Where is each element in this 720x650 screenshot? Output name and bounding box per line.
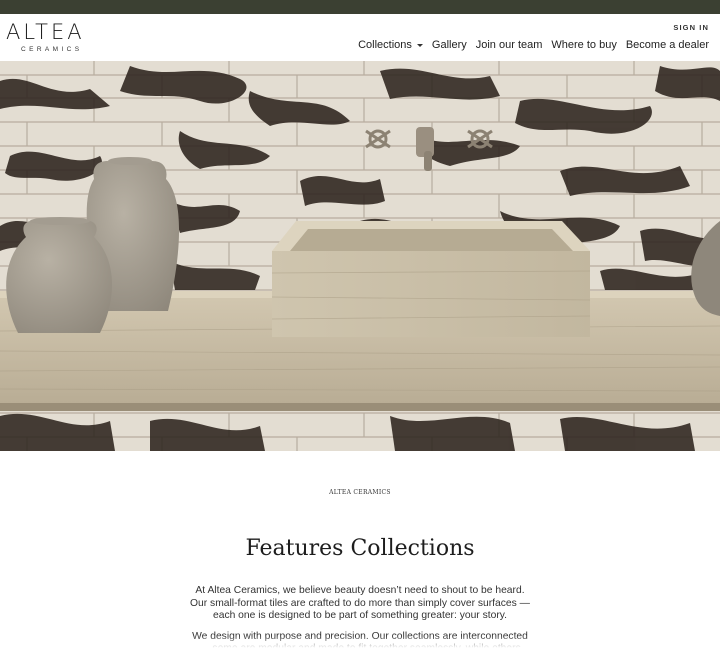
logo-subtitle: CERAMICS [21, 46, 83, 53]
chevron-down-icon [416, 43, 423, 47]
top-bar [0, 0, 720, 14]
nav-collections-label: Collections [358, 39, 412, 51]
main-nav: Collections Gallery Join our team Where … [358, 39, 709, 51]
nav-collections[interactable]: Collections [358, 39, 423, 51]
hero-image [0, 61, 720, 451]
intro-paragraph: At Altea Ceramics, we believe beauty doe… [190, 585, 530, 621]
nav-become-a-dealer[interactable]: Become a dealer [626, 39, 709, 51]
nav-where-to-buy[interactable]: Where to buy [551, 39, 616, 51]
logo-wordmark: ALTEA [6, 20, 85, 44]
site-header: ALTEA CERAMICS SIGN IN Collections Galle… [0, 14, 720, 61]
brand-logo[interactable]: ALTEA CERAMICS [6, 20, 106, 56]
sign-in-link[interactable]: SIGN IN [673, 23, 709, 32]
hero-carousel [0, 61, 720, 451]
section-eyebrow: ALTEA CERAMICS [329, 489, 391, 496]
nav-gallery[interactable]: Gallery [432, 39, 467, 51]
bottom-fade [0, 636, 720, 650]
section-title: Features Collections [245, 536, 475, 561]
nav-join-our-team[interactable]: Join our team [476, 39, 543, 51]
